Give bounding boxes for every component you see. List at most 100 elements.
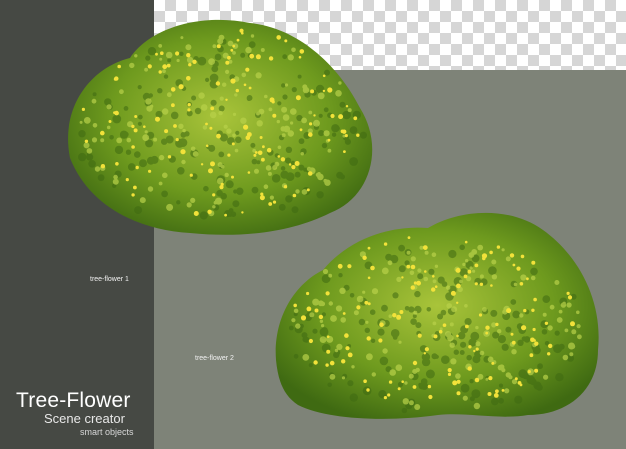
leaf-highlight bbox=[200, 104, 208, 111]
leaf-highlight bbox=[497, 329, 502, 334]
leaf-highlight bbox=[322, 268, 329, 275]
leaf-highlight bbox=[178, 123, 184, 129]
leaf-shadow bbox=[155, 110, 163, 118]
leaf-shadow bbox=[514, 395, 523, 404]
leaf-highlight bbox=[232, 51, 236, 55]
leaf-shadow bbox=[359, 131, 367, 139]
flower bbox=[456, 334, 459, 338]
flower bbox=[347, 264, 352, 269]
flower bbox=[231, 142, 235, 146]
leaf-highlight bbox=[291, 318, 296, 323]
leaf-highlight bbox=[180, 36, 184, 40]
flower bbox=[485, 331, 489, 335]
flower bbox=[205, 144, 209, 148]
flower bbox=[548, 343, 553, 349]
flower bbox=[344, 134, 348, 138]
leaf-highlight bbox=[321, 324, 325, 328]
leaf-shadow bbox=[532, 346, 541, 355]
leaf-highlight bbox=[309, 312, 315, 318]
flower bbox=[187, 103, 191, 107]
leaf-shadow bbox=[280, 166, 286, 171]
flower bbox=[496, 245, 501, 249]
leaf-highlight bbox=[302, 86, 310, 94]
leaf-highlight bbox=[554, 280, 560, 285]
leaf-shadow bbox=[161, 190, 168, 198]
leaf-shadow bbox=[178, 138, 188, 148]
flower bbox=[527, 370, 531, 374]
flower bbox=[467, 366, 472, 371]
flower bbox=[401, 380, 404, 383]
flower bbox=[547, 352, 551, 356]
leaf-highlight bbox=[491, 274, 498, 280]
leaf-highlight bbox=[444, 331, 452, 338]
leaf-shadow bbox=[554, 330, 560, 336]
leaf-shadow bbox=[246, 95, 253, 101]
leaf-shadow bbox=[377, 328, 385, 336]
leaf-shadow bbox=[281, 83, 286, 88]
leaf-highlight bbox=[159, 57, 163, 61]
flower bbox=[467, 269, 472, 274]
leaf-highlight bbox=[366, 353, 373, 361]
leaf-highlight bbox=[185, 44, 192, 51]
leaf-shadow bbox=[218, 151, 225, 158]
flower bbox=[356, 305, 361, 310]
leaf-shadow bbox=[558, 343, 565, 350]
leaf-highlight bbox=[449, 322, 454, 327]
leaf-shadow bbox=[441, 281, 448, 287]
leaf-shadow bbox=[339, 174, 345, 180]
leaf-highlight bbox=[504, 388, 510, 394]
leaf-highlight bbox=[356, 295, 364, 303]
leaf-shadow bbox=[92, 92, 97, 97]
leaf-shadow bbox=[308, 363, 313, 368]
flower bbox=[280, 157, 286, 162]
flower bbox=[231, 175, 234, 179]
flower bbox=[356, 133, 360, 137]
leaf-shadow bbox=[235, 136, 242, 144]
leaf-highlight bbox=[186, 56, 194, 64]
flower bbox=[519, 282, 524, 286]
flower bbox=[526, 277, 529, 281]
leaf-highlight bbox=[513, 282, 518, 287]
leaf-highlight bbox=[277, 145, 282, 150]
leaf-shadow bbox=[251, 186, 259, 194]
leaf-highlight bbox=[268, 107, 273, 112]
leaf-shadow bbox=[392, 335, 398, 340]
leaf-highlight bbox=[406, 250, 411, 255]
leaf-highlight bbox=[92, 123, 98, 128]
flower bbox=[383, 242, 388, 246]
leaf-shadow bbox=[426, 307, 432, 312]
leaf-shadow bbox=[408, 306, 415, 313]
flower bbox=[284, 39, 288, 43]
leaf-highlight bbox=[281, 106, 288, 113]
flower bbox=[308, 132, 313, 137]
leaf-shadow bbox=[214, 53, 222, 61]
flower bbox=[236, 38, 240, 42]
leaf-highlight bbox=[382, 348, 388, 354]
flower bbox=[397, 387, 401, 391]
flower bbox=[438, 329, 443, 334]
flower bbox=[532, 327, 536, 332]
leaf-shadow bbox=[285, 157, 292, 164]
leaf-shadow bbox=[459, 350, 465, 355]
flower bbox=[306, 188, 310, 192]
leaf-shadow bbox=[505, 326, 512, 333]
leaf-shadow bbox=[349, 126, 358, 134]
flower bbox=[220, 182, 224, 186]
flower bbox=[345, 105, 349, 108]
flower bbox=[521, 325, 527, 331]
leaf-shadow bbox=[139, 159, 147, 168]
leaf-highlight bbox=[409, 270, 415, 276]
flower bbox=[125, 178, 129, 182]
leaf-shadow bbox=[318, 113, 323, 118]
flower bbox=[243, 124, 249, 130]
flower bbox=[378, 338, 383, 343]
leaf-shadow bbox=[194, 107, 202, 115]
leaf-shadow bbox=[210, 99, 217, 106]
leaf-highlight bbox=[290, 108, 297, 115]
flower bbox=[241, 31, 244, 35]
leaf-highlight bbox=[254, 168, 259, 174]
leaf-shadow bbox=[349, 393, 358, 402]
flower bbox=[193, 211, 199, 216]
leaf-highlight bbox=[255, 72, 262, 79]
leaf-shadow bbox=[318, 130, 325, 137]
